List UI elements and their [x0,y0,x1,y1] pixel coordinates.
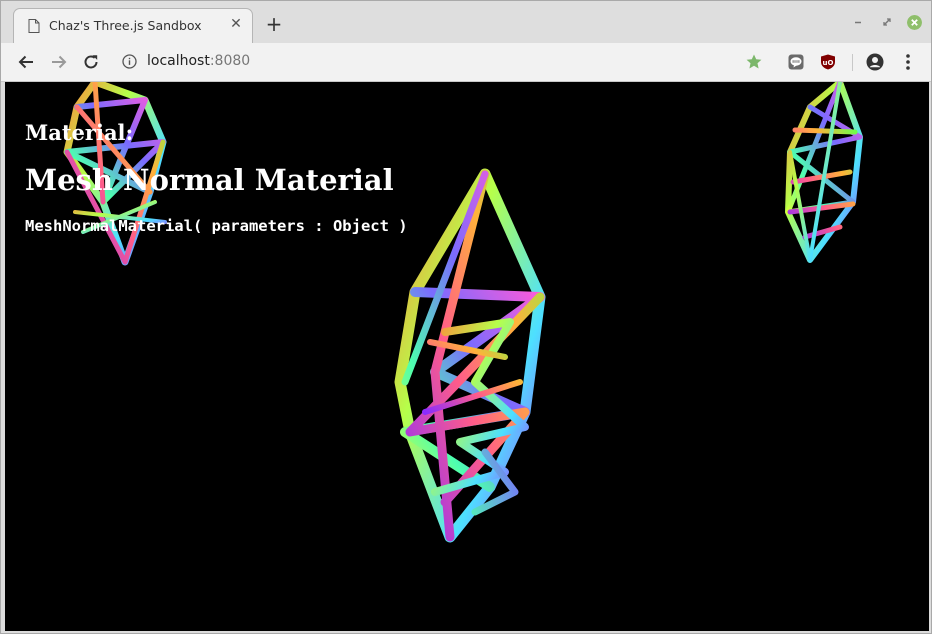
new-tab-button[interactable]: + [265,14,283,34]
forward-arrow-icon[interactable] [50,53,68,71]
reload-icon[interactable] [82,53,100,71]
back-arrow-icon[interactable] [17,53,35,71]
tab-close-icon[interactable]: ✕ [230,17,242,31]
menu-icon[interactable] [900,53,916,71]
browser-window: Chaz's Three.js Sandbox ✕ + localhost:80… [0,0,932,634]
maximize-icon[interactable] [880,15,894,29]
browser-tab[interactable]: Chaz's Three.js Sandbox ✕ [13,8,253,43]
browser-toolbar: localhost:8080 uO [1,43,931,82]
page-title: Mesh Normal Material [25,163,394,197]
tab-strip: Chaz's Three.js Sandbox ✕ + [1,1,931,43]
ublock-icon[interactable]: uO [820,54,836,70]
account-icon[interactable] [866,53,884,71]
line-extension-icon[interactable] [788,54,804,70]
info-icon[interactable] [122,54,137,69]
toolbar-separator [852,54,853,71]
address-bar-url[interactable]: localhost:8080 [147,53,250,69]
minimize-icon[interactable] [851,15,865,29]
svg-text:uO: uO [823,59,834,67]
file-icon [28,19,40,33]
star-icon[interactable] [745,53,763,71]
wireframe-crystal-right [785,82,863,263]
url-port: :8080 [209,53,251,69]
wireframe-crystal-center [394,168,546,543]
material-label: Material: [25,120,134,145]
info-overlay: Material: Mesh Normal Material MeshNorma… [25,120,408,235]
constructor-signature: MeshNormalMaterial( parameters : Object … [25,217,408,235]
url-host: localhost [147,53,210,69]
window-close-icon[interactable] [907,15,922,30]
tab-title: Chaz's Three.js Sandbox [49,18,202,33]
page-viewport: Material: Mesh Normal Material MeshNorma… [5,82,929,631]
